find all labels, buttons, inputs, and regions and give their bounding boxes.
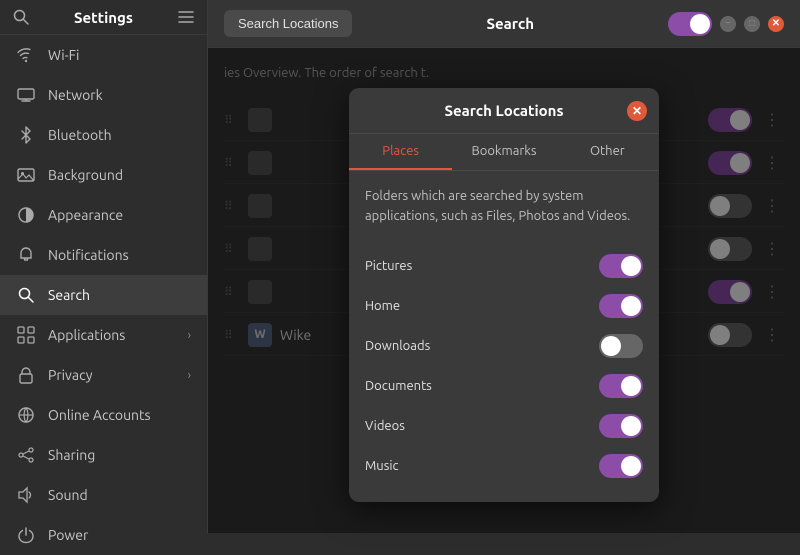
privacy-arrow-icon: ›: [188, 369, 191, 382]
network-icon: [16, 85, 36, 105]
sidebar-item-notifications[interactable]: Notifications: [0, 235, 207, 275]
location-row-music: Music: [365, 446, 643, 486]
bluetooth-icon: [16, 125, 36, 145]
sidebar-item-sharing-label: Sharing: [48, 447, 191, 463]
tab-bookmarks[interactable]: Bookmarks: [452, 134, 555, 170]
window-maximize-button[interactable]: □: [744, 16, 760, 32]
pictures-toggle[interactable]: [599, 254, 643, 278]
sidebar-search-icon[interactable]: [12, 8, 30, 26]
search-locations-button[interactable]: Search Locations: [224, 10, 352, 37]
location-videos-label: Videos: [365, 419, 405, 433]
documents-toggle[interactable]: [599, 374, 643, 398]
sidebar: Settings Wi-Fi: [0, 0, 208, 533]
sidebar-item-notifications-label: Notifications: [48, 247, 191, 263]
sidebar-item-network-label: Network: [48, 87, 191, 103]
modal-title: Search Locations: [444, 102, 563, 119]
sidebar-item-power-label: Power: [48, 527, 191, 543]
modal-body: Folders which are searched by system app…: [349, 171, 659, 502]
power-icon: [16, 525, 36, 545]
location-music-label: Music: [365, 459, 399, 473]
location-documents-label: Documents: [365, 379, 432, 393]
sidebar-header: Settings: [0, 0, 207, 35]
window-close-button[interactable]: ✕: [768, 16, 784, 32]
main-content: Search Locations Search − □ ✕ ies Overvi…: [208, 0, 800, 533]
sharing-icon: [16, 445, 36, 465]
appearance-icon: [16, 205, 36, 225]
modal-tabs: Places Bookmarks Other: [349, 134, 659, 171]
downloads-toggle[interactable]: [599, 334, 643, 358]
main-header: Search Locations Search − □ ✕: [208, 0, 800, 48]
sidebar-item-wifi[interactable]: Wi-Fi: [0, 35, 207, 75]
location-home-label: Home: [365, 299, 400, 313]
search-locations-modal: Search Locations ✕ Places Bookmarks Othe…: [349, 88, 659, 502]
modal-overlay: Search Locations ✕ Places Bookmarks Othe…: [208, 48, 800, 533]
location-row-documents: Documents: [365, 366, 643, 406]
tab-other[interactable]: Other: [556, 134, 659, 170]
modal-close-button[interactable]: ✕: [627, 101, 647, 121]
sidebar-item-background-label: Background: [48, 167, 191, 183]
modal-description: Folders which are searched by system app…: [365, 187, 643, 226]
sidebar-item-bluetooth[interactable]: Bluetooth: [0, 115, 207, 155]
wifi-icon: [16, 45, 36, 65]
modal-header: Search Locations ✕: [349, 88, 659, 134]
sidebar-item-network[interactable]: Network: [0, 75, 207, 115]
videos-toggle[interactable]: [599, 414, 643, 438]
sidebar-item-privacy[interactable]: Privacy ›: [0, 355, 207, 395]
home-toggle[interactable]: [599, 294, 643, 318]
sidebar-item-applications-label: Applications: [48, 327, 188, 343]
sidebar-title: Settings: [74, 9, 133, 26]
location-row-home: Home: [365, 286, 643, 326]
sidebar-item-search-label: Search: [48, 287, 191, 303]
location-row-downloads: Downloads: [365, 326, 643, 366]
sidebar-item-online-accounts[interactable]: Online Accounts: [0, 395, 207, 435]
header-toggle[interactable]: [668, 12, 712, 36]
sidebar-item-wifi-label: Wi-Fi: [48, 47, 191, 63]
location-row-videos: Videos: [365, 406, 643, 446]
online-accounts-icon: [16, 405, 36, 425]
sidebar-item-privacy-label: Privacy: [48, 367, 188, 383]
sound-icon: [16, 485, 36, 505]
main-body: ies Overview. The order of search t. ⠿ ⋮…: [208, 48, 800, 533]
sidebar-item-sharing[interactable]: Sharing: [0, 435, 207, 475]
tab-places[interactable]: Places: [349, 134, 452, 170]
sidebar-menu-icon[interactable]: [177, 8, 195, 26]
privacy-icon: [16, 365, 36, 385]
notifications-icon: [16, 245, 36, 265]
background-icon: [16, 165, 36, 185]
main-header-title: Search: [360, 15, 660, 32]
apps-icon: [16, 325, 36, 345]
location-row-pictures: Pictures: [365, 246, 643, 286]
applications-arrow-icon: ›: [188, 329, 191, 342]
sidebar-item-sound-label: Sound: [48, 487, 191, 503]
sidebar-item-applications[interactable]: Applications ›: [0, 315, 207, 355]
location-downloads-label: Downloads: [365, 339, 430, 353]
sidebar-item-sound[interactable]: Sound: [0, 475, 207, 515]
sidebar-item-appearance[interactable]: Appearance: [0, 195, 207, 235]
sidebar-item-power[interactable]: Power: [0, 515, 207, 555]
sidebar-item-bluetooth-label: Bluetooth: [48, 127, 191, 143]
sidebar-item-background[interactable]: Background: [0, 155, 207, 195]
window-minimize-button[interactable]: −: [720, 16, 736, 32]
sidebar-item-search[interactable]: Search: [0, 275, 207, 315]
sidebar-item-online-accounts-label: Online Accounts: [48, 407, 191, 423]
location-pictures-label: Pictures: [365, 259, 412, 273]
search-icon: [16, 285, 36, 305]
music-toggle[interactable]: [599, 454, 643, 478]
sidebar-item-appearance-label: Appearance: [48, 207, 191, 223]
